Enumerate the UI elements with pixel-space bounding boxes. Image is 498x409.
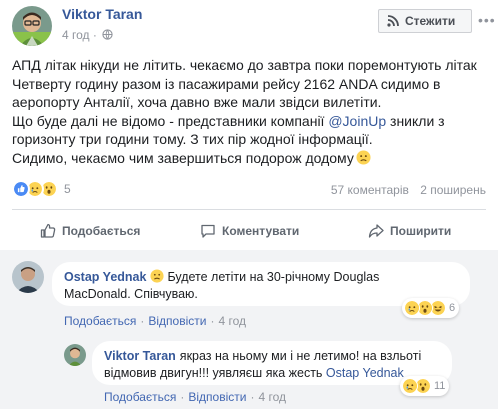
comment-1-reply-link[interactable]: Відповісти xyxy=(148,314,206,328)
comment-2-author[interactable]: Viktor Taran xyxy=(104,349,176,363)
dot-separator: · xyxy=(180,390,185,404)
rss-icon xyxy=(387,15,399,27)
comments-section: Ostap Yednak Будете летіти на 30-річному … xyxy=(0,250,498,409)
comment-2-bubble: Viktor Taran якраз на ньому ми і не летим… xyxy=(92,341,452,385)
sad-face-emoji-icon xyxy=(150,269,165,283)
share-arrow-icon xyxy=(368,224,384,238)
joinup-mention-link[interactable]: @JoinUp xyxy=(328,113,386,129)
comment-2-text-line1: якраз на ньому ми і не летимо! на взльот… xyxy=(179,349,422,363)
comment-1-author[interactable]: Ostap Yednak xyxy=(64,270,146,284)
comment-1-reactions-count: 6 xyxy=(449,302,456,314)
dot-separator: · xyxy=(92,28,101,42)
comment-1-like-link[interactable]: Подобається xyxy=(64,314,136,328)
comments-count-link[interactable]: 57 коментарів xyxy=(331,183,409,197)
comment-1-avatar[interactable] xyxy=(12,261,44,293)
reactions-count[interactable]: 5 xyxy=(64,182,71,196)
share-button[interactable]: Поширити xyxy=(368,223,451,239)
comment-label: Коментувати xyxy=(222,224,300,238)
post-author-avatar[interactable] xyxy=(12,6,52,46)
post-line-4-head: Що буде далі не відомо - представники ко… xyxy=(12,112,329,129)
comment-2-avatar[interactable] xyxy=(64,344,86,366)
comment-2-reactions-count: 11 xyxy=(434,380,446,392)
comment-button[interactable]: Коментувати xyxy=(200,223,299,239)
post-line-6: Сидимо, чекаємо чим завершиться подорож … xyxy=(12,149,492,168)
post-text: АПД літак нікуди не літить. чекаємо до з… xyxy=(12,56,492,167)
post-line-5: горизонту три години тому. З тих пір жод… xyxy=(12,131,373,147)
post-timestamp[interactable]: 4 год · xyxy=(62,28,113,42)
comment-1-reactions[interactable]: 6 xyxy=(402,298,460,318)
post-reactions-summary[interactable]: 5 xyxy=(12,179,71,199)
shares-count-link[interactable]: 2 поширень xyxy=(420,183,486,197)
comment-2-mention-link[interactable]: Ostap Yednak xyxy=(326,366,404,380)
like-label: Подобається xyxy=(62,224,141,238)
sad-face-emoji-icon xyxy=(356,149,371,165)
follow-button[interactable]: Стежити xyxy=(378,9,472,33)
globe-icon xyxy=(102,29,113,40)
reactions-divider xyxy=(12,209,486,210)
post-line-3: аеропорту Анталії, хоча давно вже мали з… xyxy=(12,94,382,110)
thumbs-up-icon xyxy=(40,223,56,238)
post-author-name[interactable]: Viktor Taran xyxy=(62,6,142,22)
comment-bubble-icon xyxy=(201,224,215,238)
follow-label: Стежити xyxy=(405,14,456,28)
dot-separator: · xyxy=(140,314,145,328)
comment-1-text-line2: MacDonald. Співчуваю. xyxy=(64,287,198,301)
sad-reaction-icon xyxy=(402,378,418,394)
dot-separator: · xyxy=(210,314,215,328)
post-line-1: АПД літак нікуди не літить. чекаємо до з… xyxy=(12,57,477,73)
comment-2-reactions[interactable]: 11 xyxy=(400,376,450,396)
comment-2-like-link[interactable]: Подобається xyxy=(104,390,176,404)
post-stats: 57 коментарів 2 поширень xyxy=(323,183,486,197)
post-time-text[interactable]: 4 год xyxy=(62,28,90,42)
dot-separator: · xyxy=(250,390,255,404)
like-reaction-icon xyxy=(12,180,30,198)
comment-1-time[interactable]: 4 год xyxy=(218,314,246,328)
sad-reaction-icon xyxy=(404,300,420,316)
comment-2-reply-link[interactable]: Відповісти xyxy=(188,390,246,404)
post-line-6-text: Сидимо, чекаємо чим завершиться подорож … xyxy=(12,149,354,166)
post-line-4-tail: зникли з xyxy=(386,112,445,129)
comment-2-text-line2: відмовив двигун!!! уявляєш яка жесть xyxy=(104,366,326,380)
comment-2-time[interactable]: 4 год xyxy=(258,390,286,404)
post-line-4: Що буде далі не відомо - представники ко… xyxy=(12,112,492,131)
post-line-2: Четверту годину разом із пасажирами рейс… xyxy=(12,75,441,92)
more-options-button[interactable]: ••• xyxy=(478,12,496,28)
comment-1-text-line1: Будете летіти на 30-річному Douglas xyxy=(167,270,380,284)
share-label: Поширити xyxy=(390,224,452,238)
comment-2-actions: Подобається · Відповісти · 4 год xyxy=(104,390,286,404)
comment-1-actions: Подобається · Відповісти · 4 год xyxy=(64,314,246,328)
like-button[interactable]: Подобається xyxy=(40,223,140,239)
